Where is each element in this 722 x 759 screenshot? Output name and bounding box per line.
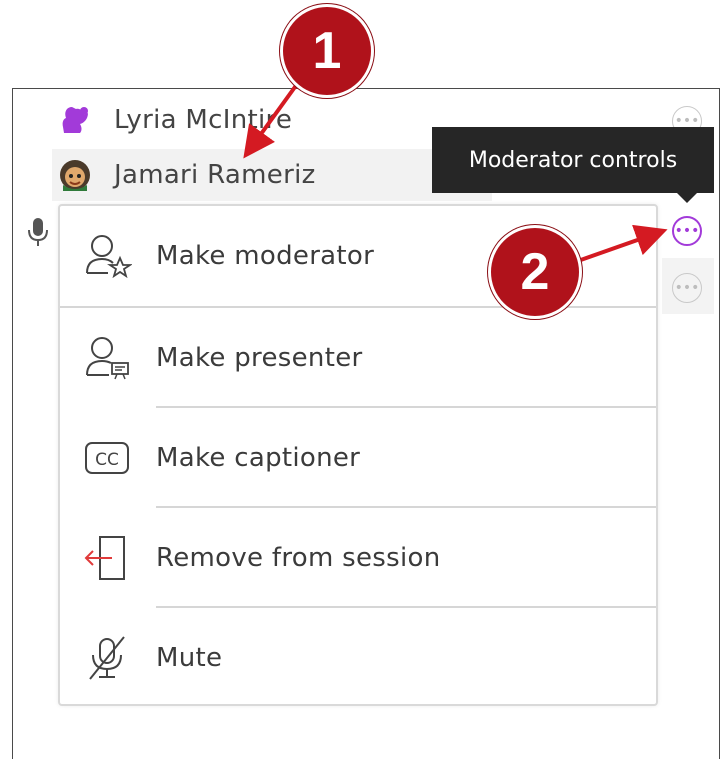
avatar: [58, 158, 92, 192]
make-presenter-icon: [82, 333, 132, 383]
moderator-controls-button[interactable]: •••: [672, 216, 702, 246]
microphone-icon: [26, 216, 50, 250]
moderator-controls-tooltip: Moderator controls: [432, 127, 714, 203]
callout-badge: 1: [280, 4, 374, 98]
remove-from-session-icon: [82, 533, 132, 583]
svg-text:CC: CC: [95, 450, 119, 470]
participant-row[interactable]: Jamari Rameriz: [52, 149, 492, 201]
make-presenter-item[interactable]: Make presenter: [60, 308, 656, 408]
menu-item-label: Make captioner: [156, 443, 361, 473]
callout-badge: 2: [488, 225, 582, 319]
make-moderator-icon: [82, 231, 132, 281]
muted-microphone-icon: [82, 633, 132, 683]
menu-item-label: Mute: [156, 643, 223, 673]
participant-name: Lyria McIntire: [114, 105, 293, 135]
user-silhouette-icon: [58, 103, 92, 137]
menu-item-label: Remove from session: [156, 543, 441, 573]
more-options-icon[interactable]: •••: [672, 273, 702, 303]
participant-name: Jamari Rameriz: [114, 160, 316, 190]
menu-item-label: Make moderator: [156, 241, 375, 271]
make-captioner-item[interactable]: CC Make captioner: [60, 408, 656, 508]
mute-item[interactable]: Mute: [60, 608, 656, 708]
closed-captions-icon: CC: [82, 433, 132, 483]
menu-item-label: Make presenter: [156, 343, 363, 373]
remove-from-session-item[interactable]: Remove from session: [60, 508, 656, 608]
